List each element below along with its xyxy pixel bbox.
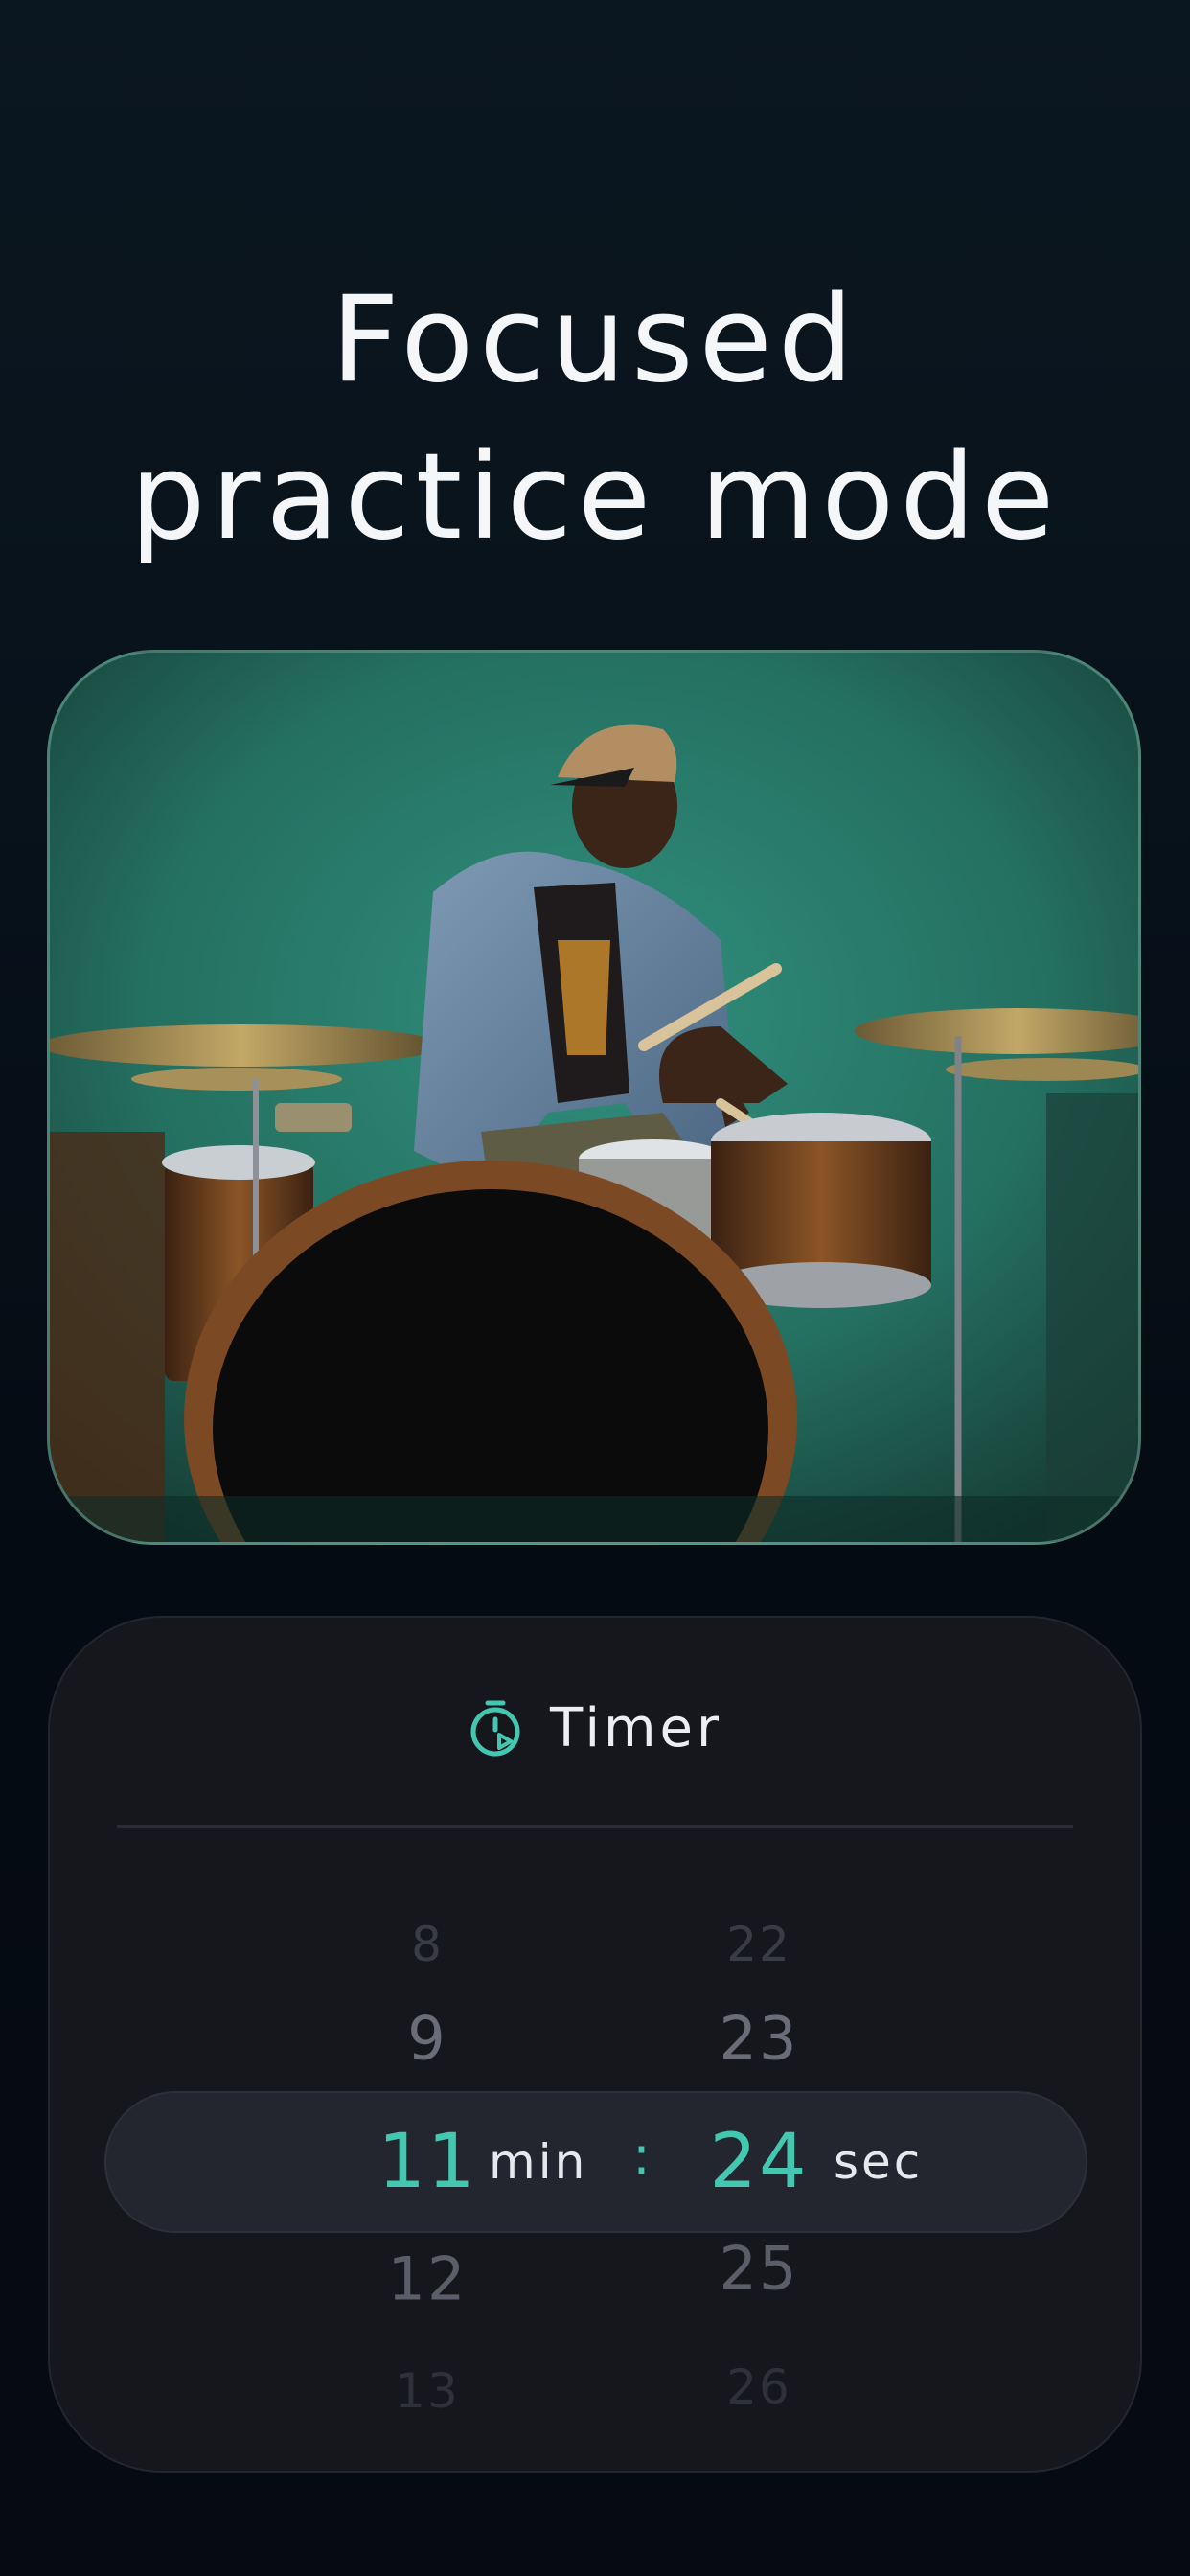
timer-header: Timer (50, 1694, 1140, 1761)
minutes-option[interactable]: 12 (332, 2244, 523, 2314)
drummer-photo (47, 650, 1141, 1545)
seconds-unit-label: sec (834, 2134, 924, 2190)
minutes-option[interactable]: 13 (332, 2363, 523, 2419)
seconds-wheel[interactable]: 22 23 24 25 26 (663, 1618, 855, 2471)
minutes-wheel[interactable]: 8 9 11 12 13 (332, 1618, 523, 2471)
minutes-unit-label: min (489, 2134, 588, 2190)
headline-line-2: practice mode (129, 428, 1061, 567)
headline-line-1: Focused (331, 271, 859, 410)
header-divider (117, 1825, 1073, 1828)
seconds-option[interactable]: 22 (663, 1917, 855, 1972)
minutes-option[interactable]: 9 (332, 2004, 523, 2074)
timer-card: Timer 8 9 11 12 13 min : 22 23 24 25 26 … (48, 1616, 1142, 2472)
seconds-option[interactable]: 26 (663, 2359, 855, 2415)
seconds-option[interactable]: 25 (663, 2234, 855, 2304)
seconds-option[interactable]: 23 (663, 2004, 855, 2074)
page-headline: Focused practice mode (0, 262, 1190, 576)
minutes-option[interactable]: 8 (332, 1917, 523, 1972)
time-separator: : (632, 2125, 651, 2188)
time-picker-selection-bar (104, 2091, 1087, 2233)
seconds-selected-value[interactable]: 24 (663, 2119, 855, 2205)
